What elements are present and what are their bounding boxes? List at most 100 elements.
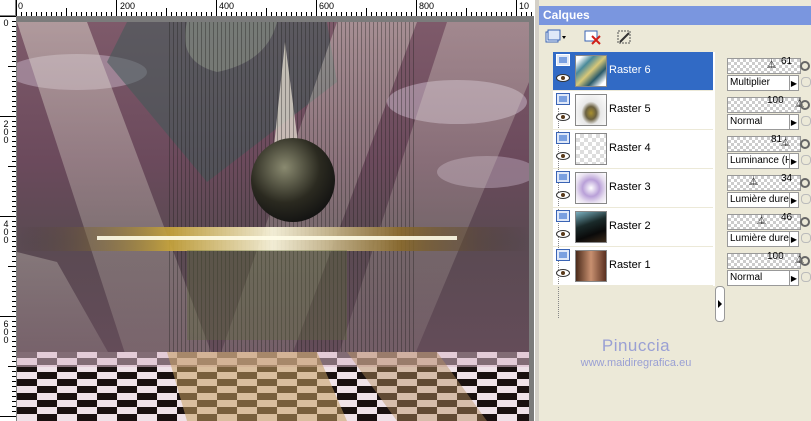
dropdown-arrow-icon[interactable]: ▶ <box>789 114 799 130</box>
layer-props-raster-3: ⏅ 34 Lumière dure ▶ <box>725 172 811 210</box>
layer-row-raster-2[interactable]: Raster 2 <box>553 208 713 247</box>
slider-handle-icon[interactable]: ⏅ <box>767 60 776 69</box>
layer-props-raster-2: ⏅ 46 Lumière dure ▶ <box>725 211 811 249</box>
artwork-canvas[interactable] <box>17 22 529 421</box>
raster-layer-icon <box>556 249 570 261</box>
opacity-value: 46 <box>781 212 793 223</box>
lock-icon[interactable] <box>801 233 811 243</box>
artwork-image <box>17 22 529 421</box>
ruler-label-400: 400 <box>219 1 235 11</box>
raster-layer-icon <box>556 93 570 105</box>
dropdown-arrow-icon[interactable]: ▶ <box>789 270 799 286</box>
delete-layer-button[interactable] <box>583 28 603 46</box>
visibility-eye-icon[interactable] <box>556 152 570 160</box>
blend-mode-select[interactable]: Luminance (H) <box>727 153 791 169</box>
slider-handle-icon[interactable]: ⏅ <box>757 216 766 225</box>
watermark-name: Pinuccia <box>601 336 671 355</box>
layer-props-raster-6: ⏅ 61 Multiplier ▶ <box>725 55 811 93</box>
new-layer-icon <box>545 29 566 43</box>
ruler-label-200: 200 <box>120 1 136 11</box>
layer-name: Raster 2 <box>609 220 651 232</box>
palette-toolbar <box>539 25 811 49</box>
layer-props-raster-4: ⏅ 81 Luminance (H) ▶ <box>725 133 811 171</box>
link-icon[interactable] <box>800 139 810 149</box>
lock-icon[interactable] <box>801 77 811 87</box>
layer-thumbnail <box>575 211 607 243</box>
link-icon[interactable] <box>800 217 810 227</box>
slider-handle-icon[interactable]: ⏅ <box>749 177 758 186</box>
blend-mode-select[interactable]: Lumière dure <box>727 192 791 208</box>
new-layer-button[interactable] <box>543 28 569 46</box>
ruler-left-label-0: 0 <box>3 18 9 28</box>
visibility-eye-icon[interactable] <box>556 230 570 238</box>
opacity-value: 61 <box>781 56 793 67</box>
ruler-corner <box>0 0 16 16</box>
dropdown-arrow-icon[interactable]: ▶ <box>789 75 799 91</box>
slider-handle-icon[interactable]: ⏅ <box>781 138 790 147</box>
canvas-area[interactable] <box>17 17 534 421</box>
layer-thumbnail <box>575 250 607 282</box>
ruler-label-800: 800 <box>419 1 435 11</box>
ruler-left-label-600: 6 0 0 <box>3 319 9 345</box>
layer-name: Raster 5 <box>609 103 651 115</box>
layer-thumbnail <box>575 133 607 165</box>
expand-arrow-icon <box>718 300 722 308</box>
link-icon[interactable] <box>800 178 810 188</box>
mask-button[interactable] <box>615 28 635 46</box>
blend-mode-select[interactable]: Multiplier <box>727 75 791 91</box>
lock-icon[interactable] <box>801 116 811 126</box>
ruler-left: 0 2 0 0 4 0 0 6 0 0 <box>0 16 17 421</box>
raster-layer-icon <box>556 171 570 183</box>
raster-layer-icon <box>556 132 570 144</box>
dropdown-arrow-icon[interactable]: ▶ <box>789 192 799 208</box>
opacity-slider[interactable] <box>727 97 801 113</box>
lock-icon[interactable] <box>801 155 811 165</box>
opacity-value: 100 <box>767 95 784 106</box>
dropdown-arrow-icon[interactable]: ▶ <box>789 231 799 247</box>
link-icon[interactable] <box>800 100 810 110</box>
layer-thumbnail <box>575 172 607 204</box>
raster-layer-icon <box>556 54 570 66</box>
layer-props-raster-5: ⏅ 100 Normal ▶ <box>725 94 811 132</box>
ruler-left-label-400: 4 0 0 <box>3 219 9 245</box>
opacity-value: 34 <box>781 173 793 184</box>
visibility-eye-icon[interactable] <box>556 269 570 277</box>
layer-row-raster-1[interactable]: Raster 1 <box>553 247 713 286</box>
dropdown-arrow-icon[interactable]: ▶ <box>789 153 799 169</box>
layer-name: Raster 4 <box>609 142 651 154</box>
layer-props-raster-1: ⏅ 100 Normal ▶ <box>725 250 811 288</box>
watermark-url: www.maidiregrafica.eu <box>580 357 692 369</box>
layer-row-raster-5[interactable]: Raster 5 <box>553 91 713 130</box>
ruler-top-ticks <box>16 0 532 16</box>
ruler-label-0: 0 <box>18 1 24 11</box>
visibility-eye-icon[interactable] <box>556 113 570 121</box>
palette-title[interactable]: Calques <box>539 6 811 25</box>
ruler-top: 0 200 400 600 800 10 <box>16 0 534 17</box>
mask-icon <box>617 30 631 44</box>
layer-list[interactable]: Raster 6 Raster 5 Raster 4 Raster 3 Rast… <box>553 52 715 318</box>
opacity-value: 100 <box>767 251 784 262</box>
blend-mode-select[interactable]: Lumière dure <box>727 231 791 247</box>
layer-thumbnail <box>575 94 607 126</box>
visibility-eye-icon[interactable] <box>556 74 570 82</box>
layer-name: Raster 1 <box>609 259 651 271</box>
lock-icon[interactable] <box>801 194 811 204</box>
layer-properties: ⏅ 61 Multiplier ▶ ⏅ 100 Normal ▶ ⏅ 81 Lu… <box>725 52 811 292</box>
opacity-value: 81 <box>771 134 783 145</box>
layer-row-raster-6[interactable]: Raster 6 <box>553 52 713 91</box>
layer-name: Raster 3 <box>609 181 651 193</box>
layer-row-raster-4[interactable]: Raster 4 <box>553 130 713 169</box>
blend-mode-select[interactable]: Normal <box>727 270 791 286</box>
opacity-slider[interactable] <box>727 253 801 269</box>
layer-row-raster-3[interactable]: Raster 3 <box>553 169 713 208</box>
raster-layer-icon <box>556 210 570 222</box>
link-icon[interactable] <box>800 256 810 266</box>
blend-mode-select[interactable]: Normal <box>727 114 791 130</box>
lock-icon[interactable] <box>801 272 811 282</box>
layer-thumbnail <box>575 55 607 87</box>
expand-panel-tab[interactable] <box>715 286 725 322</box>
delete-layer-icon <box>584 30 601 45</box>
link-icon[interactable] <box>800 61 810 71</box>
visibility-eye-icon[interactable] <box>556 191 570 199</box>
ruler-label-1000: 10 <box>519 1 530 11</box>
